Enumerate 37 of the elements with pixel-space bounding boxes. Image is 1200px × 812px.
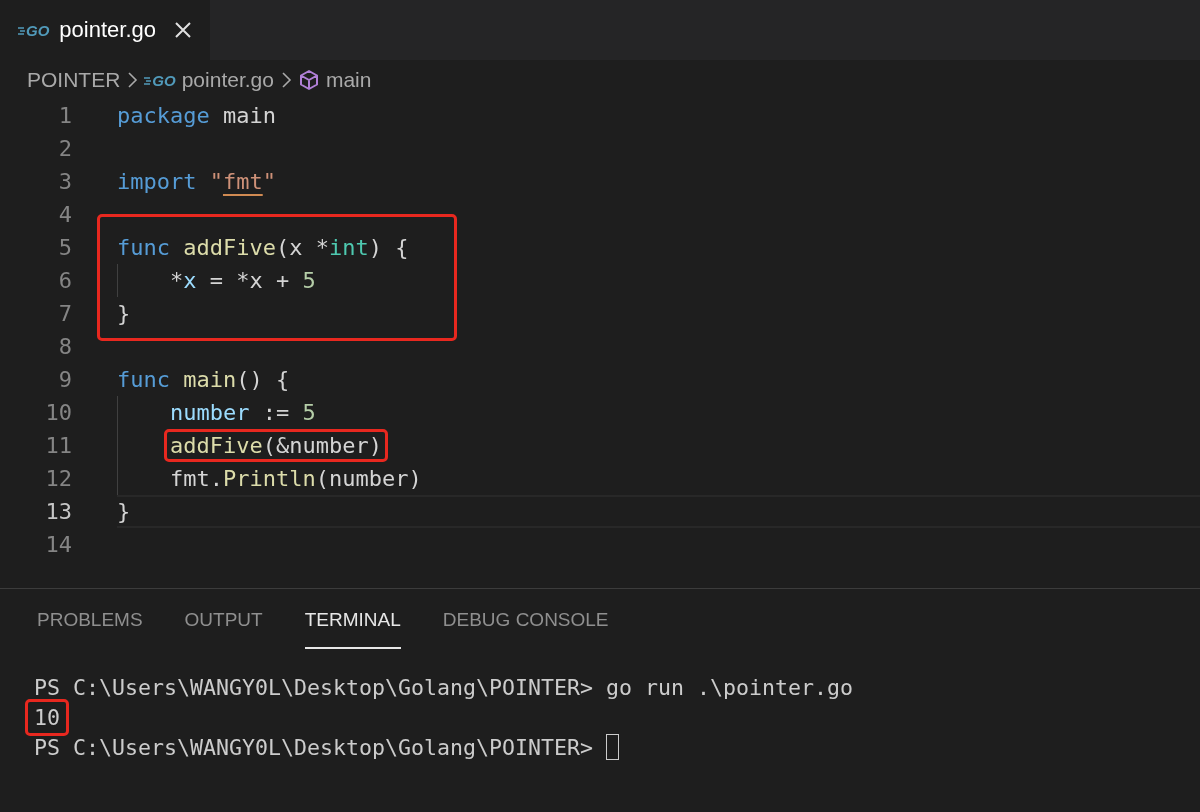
line-number: 1: [57, 103, 72, 128]
line-number: 13: [44, 499, 72, 524]
terminal-line: PS C:\Users\WANGY0L\Desktop\Golang\POINTER> go run .\pointer.go: [34, 674, 854, 700]
code-line: func main() {: [117, 367, 290, 392]
code-line: }: [117, 301, 131, 326]
close-icon[interactable]: [174, 21, 192, 39]
line-number: 7: [57, 301, 72, 326]
code-line: fmt.Println(number): [169, 466, 422, 491]
chevron-icon: [126, 71, 139, 89]
terminal-line: PS C:\Users\WANGY0L\Desktop\Golang\POINTER>: [34, 734, 595, 760]
panel-tab[interactable]: PROBLEMS: [37, 589, 143, 649]
code-line: number := 5: [169, 400, 316, 425]
code-line: func addFive(x *int) {: [117, 235, 409, 260]
line-number: 6: [57, 268, 72, 293]
editor-tab[interactable]: GO pointer.go: [0, 0, 210, 60]
line-number: 8: [57, 334, 72, 359]
chevron-icon: [279, 71, 292, 89]
breadcrumb-item[interactable]: POINTER: [27, 68, 121, 92]
panel-tab[interactable]: OUTPUT: [184, 589, 263, 649]
line-number: 2: [57, 136, 72, 161]
line-number: 11: [44, 433, 72, 458]
code-line: package main: [117, 103, 276, 128]
line-number: 5: [57, 235, 72, 260]
code-line: *x = *x + 5: [169, 268, 316, 293]
code-line: }: [117, 499, 131, 524]
panel-tab[interactable]: TERMINAL: [304, 589, 401, 649]
line-number: 4: [57, 202, 72, 227]
code-line: import "fmt": [117, 169, 276, 194]
line-number: 3: [57, 169, 72, 194]
line-number: 12: [44, 466, 72, 491]
breadcrumb-item[interactable]: main: [297, 68, 372, 92]
cube-icon: [297, 69, 320, 91]
breadcrumb-item[interactable]: GO pointer.go: [144, 68, 274, 92]
line-number: 9: [57, 367, 72, 392]
line-number: 10: [44, 400, 72, 425]
panel-tab[interactable]: DEBUG CONSOLE: [442, 589, 609, 649]
line-number: 14: [44, 532, 72, 557]
